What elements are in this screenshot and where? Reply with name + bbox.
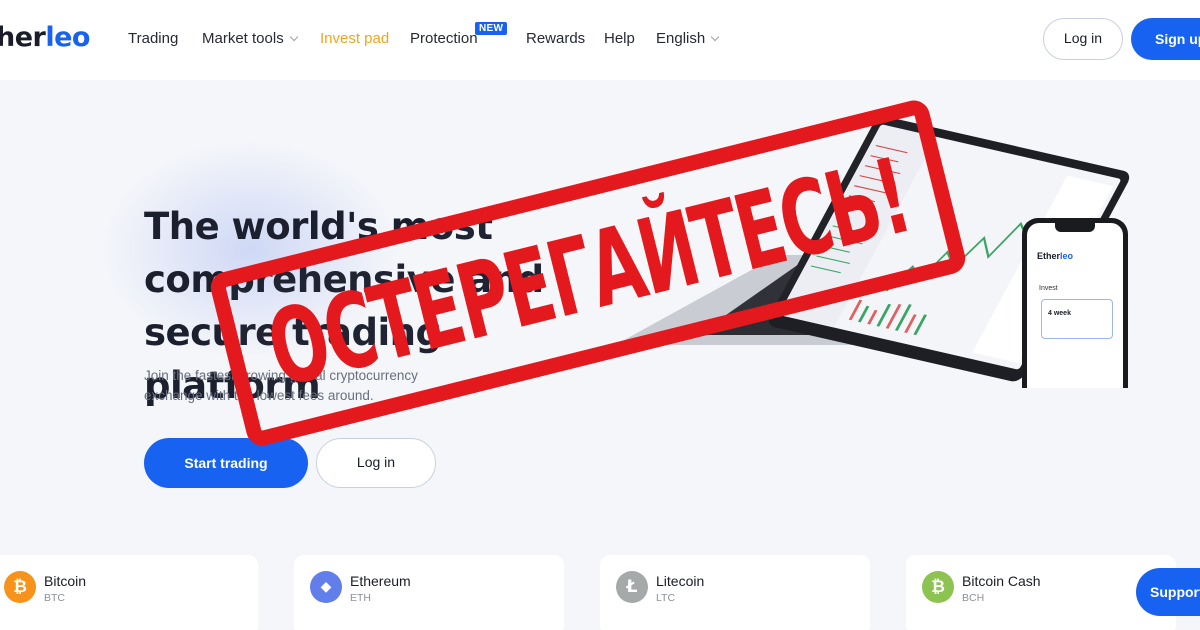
phone-invest-card: 4 week xyxy=(1041,299,1113,339)
header-signup-button[interactable]: Sign up xyxy=(1131,18,1200,60)
coin-name: Ethereum xyxy=(350,573,411,589)
coin-symbol: ETH xyxy=(350,592,371,604)
nav-trading[interactable]: Trading xyxy=(128,30,178,47)
phone-logo-accent: leo xyxy=(1060,251,1074,261)
site-header: herleo Trading Market tools Invest pad P… xyxy=(0,0,1200,80)
phone-notch xyxy=(1055,223,1095,232)
coin-strip: ₿ Bitcoin BTC ◆ Ethereum ETH Ł Litecoin … xyxy=(0,530,1200,630)
litecoin-icon: Ł xyxy=(616,571,648,603)
coin-name: Bitcoin Cash xyxy=(962,573,1041,589)
hero-login-button[interactable]: Log in xyxy=(316,438,436,488)
coin-name: Bitcoin xyxy=(44,573,87,589)
header-login-button[interactable]: Log in xyxy=(1043,18,1123,60)
nav-invest-pad[interactable]: Invest pad xyxy=(320,30,389,47)
coin-symbol: BCH xyxy=(962,592,985,604)
phone-illustration: Etherleo Invest 4 week xyxy=(1022,218,1128,388)
bitcoin-icon: ₿ xyxy=(4,571,36,603)
nav-help[interactable]: Help xyxy=(604,30,635,47)
coin-card-litecoin[interactable]: Ł Litecoin LTC xyxy=(600,555,870,630)
nav-language-label: English xyxy=(656,30,706,47)
chevron-down-icon xyxy=(289,32,298,42)
logo-accent: leo xyxy=(45,22,90,53)
phone-invest-label: Invest xyxy=(1039,285,1058,292)
phone-card-text: 4 week xyxy=(1048,310,1071,317)
nav-protection[interactable]: Protection xyxy=(410,30,478,47)
coin-name: Litecoin xyxy=(656,573,705,589)
chevron-down-icon xyxy=(710,32,720,42)
support-button[interactable]: Support xyxy=(1136,568,1200,616)
coin-card-bitcoin[interactable]: ₿ Bitcoin BTC xyxy=(0,555,258,630)
coin-symbol: LTC xyxy=(656,592,676,604)
start-trading-button[interactable]: Start trading xyxy=(144,438,308,488)
ethereum-icon: ◆ xyxy=(310,571,342,603)
phone-logo: Etherleo xyxy=(1037,251,1073,261)
logo-prefix: her xyxy=(0,22,46,53)
nav-language[interactable]: English xyxy=(656,30,720,47)
new-badge: NEW xyxy=(475,22,508,35)
nav-market-tools[interactable]: Market tools xyxy=(202,30,298,47)
phone-logo-prefix: Ether xyxy=(1037,251,1061,261)
nav-market-tools-label: Market tools xyxy=(202,30,284,47)
bitcoin-cash-icon: ₿ xyxy=(922,571,954,603)
phone-screen: Etherleo Invest 4 week xyxy=(1027,223,1123,388)
nav-rewards[interactable]: Rewards xyxy=(526,30,585,47)
logo[interactable]: herleo xyxy=(0,22,90,53)
coin-symbol: BTC xyxy=(44,592,65,604)
coin-card-ethereum[interactable]: ◆ Ethereum ETH xyxy=(294,555,564,630)
